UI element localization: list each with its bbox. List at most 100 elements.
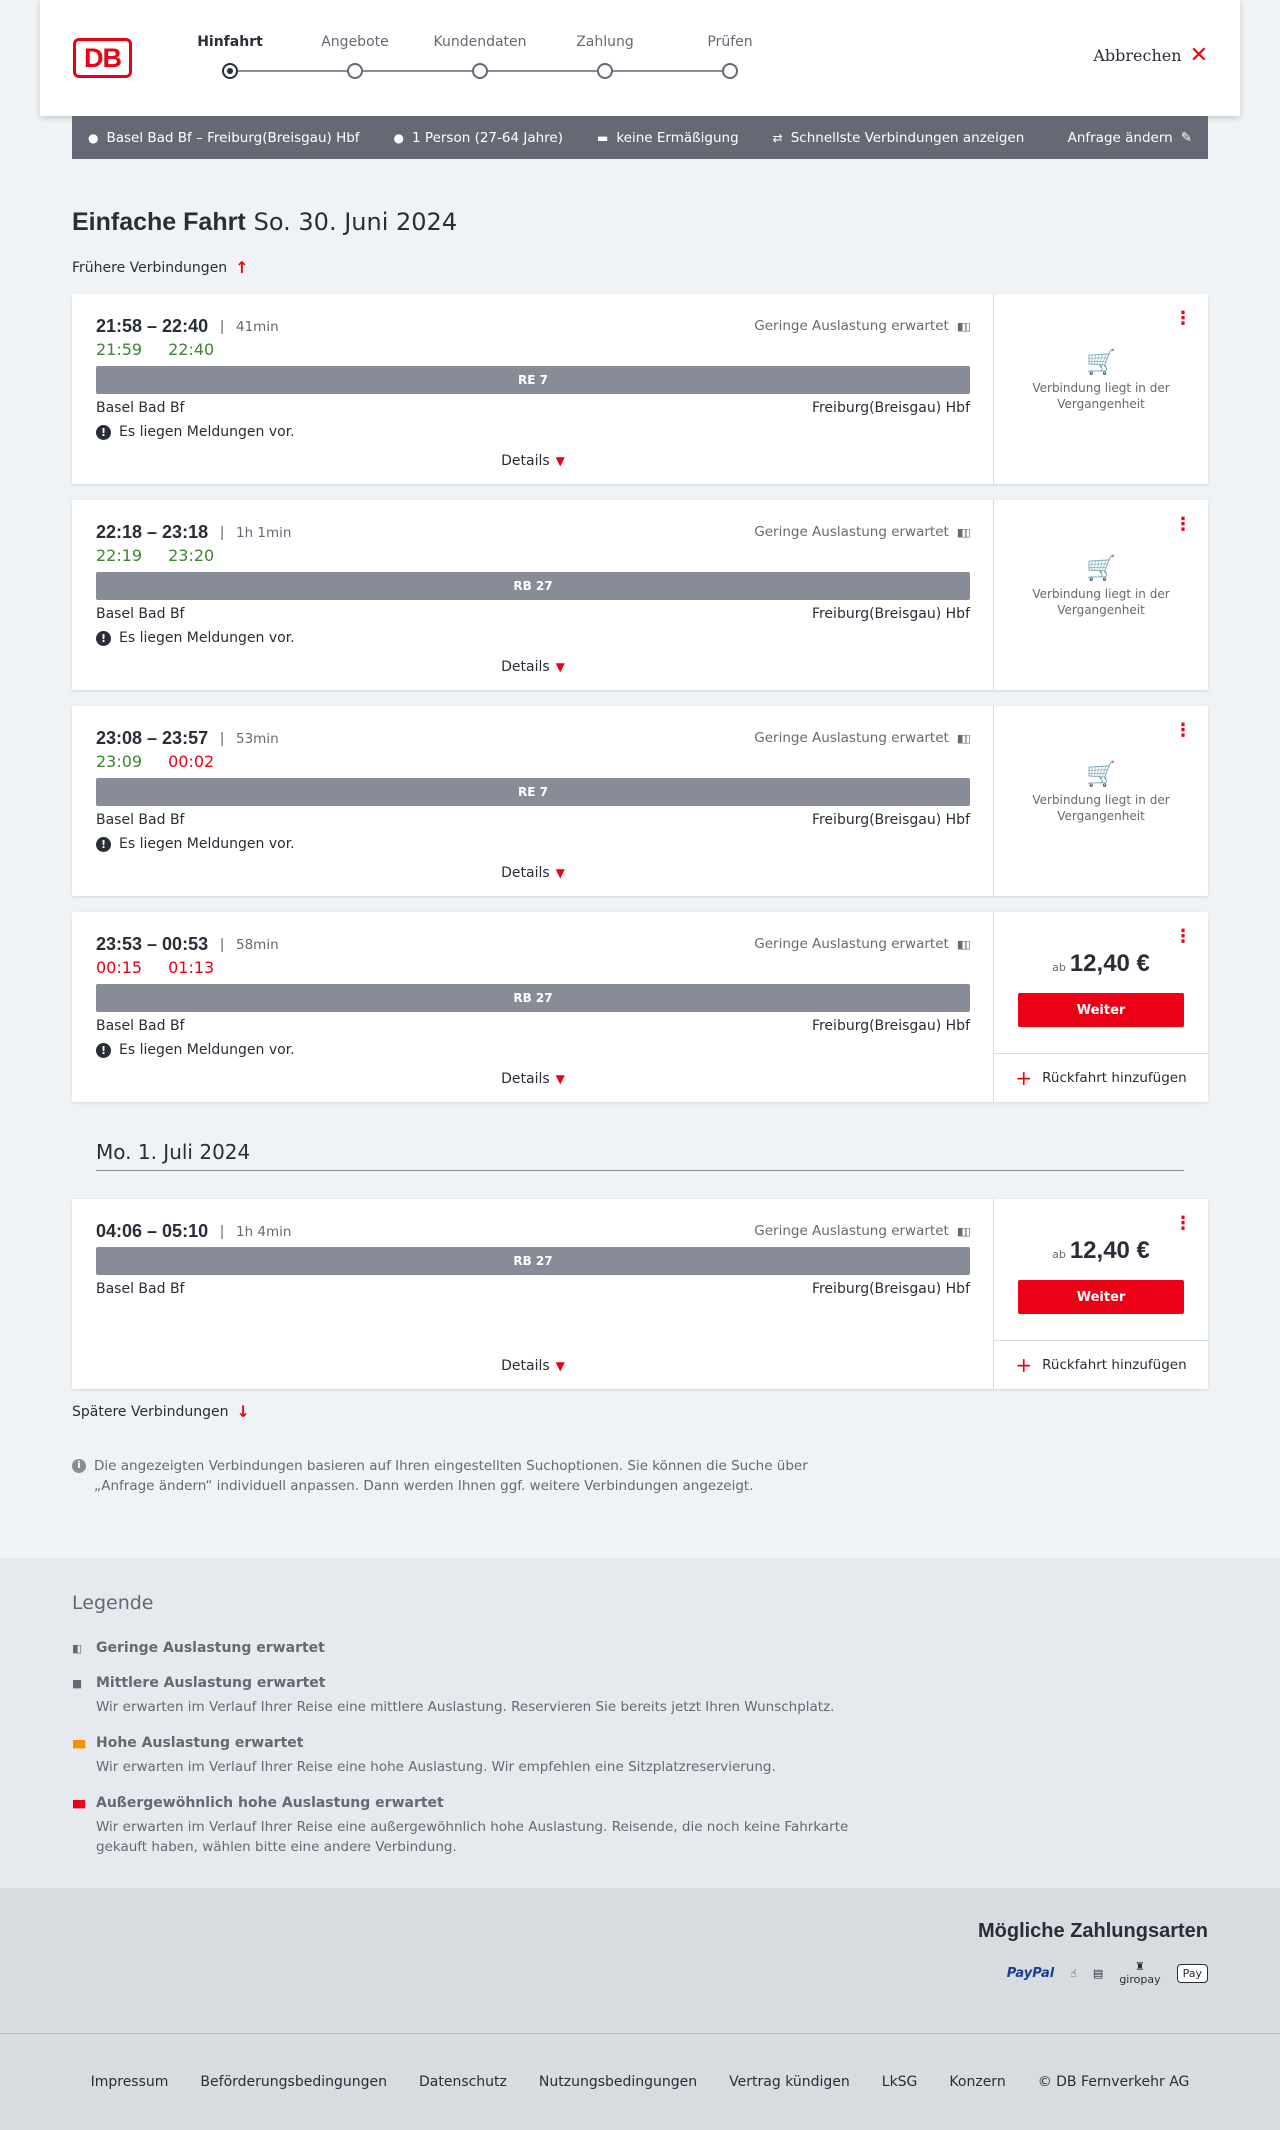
footer-link-befoerderungsbedingungen[interactable]: Beförderungsbedingungen (200, 2074, 387, 2090)
details-label: Details (501, 1358, 550, 1374)
footer-link-konzern[interactable]: Konzern (949, 2074, 1005, 2090)
arrow-up-icon: ↑ (235, 258, 249, 277)
footer-link-impressum[interactable]: Impressum (91, 2074, 169, 2090)
details-label: Details (501, 1071, 550, 1087)
payment-icons: PayPal ☝ ▤ ♜ giropay Pay (1007, 1960, 1208, 1986)
apple-pay-icon: Pay (1176, 1963, 1208, 1983)
connection-card[interactable]: 23:53 – 00:53 | 58min 00:15 01:13 Geringe A… (72, 912, 1208, 1102)
stations: Basel Bad Bf Freiburg(Breisgau) Hbf (96, 1281, 970, 1297)
duration: 41min (236, 318, 279, 335)
realtime-arrival: 01:13 (168, 958, 215, 977)
occupancy-low-icon: ▮▯▯ (956, 1224, 971, 1238)
stations: Basel Bad Bf Freiburg(Breisgau) Hbf (96, 812, 970, 828)
trip-type: Einfache Fahrt (72, 208, 246, 236)
footer: Impressum Beförderungsbedingungen Datens… (0, 2034, 1280, 2130)
notice-text: Es liegen Meldungen vor. (119, 836, 295, 852)
realtime-arrival: 23:20 (168, 546, 215, 565)
connection-times: 22:18 – 23:18 | 1h 1min (96, 522, 291, 543)
payment-methods-section: Mögliche Zahlungsarten PayPal ☝ ▤ ♜ girop… (0, 1888, 1280, 2034)
legend-section: Legende ▮▯ Geringe Auslastung erwartet ▮▮… (0, 1558, 1280, 1888)
apple-pay-label: Pay (1182, 1966, 1202, 1980)
add-return-trip-button[interactable]: + Rückfahrt hinzufügen (994, 1053, 1208, 1102)
details-toggle[interactable]: Details ▼ (72, 453, 994, 469)
arrival-station: Freiburg(Breisgau) Hbf (811, 400, 970, 416)
plus-icon: + (1015, 1353, 1033, 1377)
chevron-down-icon: ▼ (555, 454, 565, 468)
details-toggle[interactable]: Details ▼ (72, 659, 994, 675)
footer-link-lksg[interactable]: LkSG (882, 2074, 918, 2090)
step-pruefen: Prüfen (670, 34, 790, 79)
footer-link-nutzungsbedingungen[interactable]: Nutzungsbedingungen (539, 2074, 697, 2090)
connection-times: 21:58 – 22:40 | 41min (96, 316, 279, 337)
separator: | (220, 318, 224, 335)
giropay-label: giropay (1119, 1973, 1161, 1986)
step-label: Hinfahrt (197, 34, 263, 50)
details-toggle[interactable]: Details ▼ (72, 1358, 994, 1374)
separator: | (220, 730, 224, 747)
notice-text: Es liegen Meldungen vor. (119, 1042, 295, 1058)
details-toggle[interactable]: Details ▼ (72, 1071, 994, 1087)
later-connections-link[interactable]: Spätere Verbindungen ↓ (72, 1402, 250, 1421)
past-connection-notice: 🛒 Verbindung liegt in der Vergangenheit (994, 554, 1208, 618)
step-label: Kundendaten (433, 34, 527, 50)
footer-link-datenschutz[interactable]: Datenschutz (419, 2074, 507, 2090)
stations: Basel Bad Bf Freiburg(Breisgau) Hbf (96, 1018, 970, 1034)
edit-query-button[interactable]: Anfrage ändern ✎ (1068, 130, 1192, 146)
separator: | (220, 936, 224, 953)
connection-card[interactable]: 22:18 – 23:18 | 1h 1min 22:19 23:20 Geringe… (72, 500, 1208, 690)
continue-button[interactable]: Weiter (1018, 1280, 1184, 1314)
paypal-icon: PayPal (1006, 1965, 1055, 1981)
more-options-icon[interactable]: ⋮ (1174, 722, 1192, 740)
cart-unavailable-icon: 🛒 (1086, 760, 1116, 788)
occupancy-info: Geringe Auslastung erwartet ▮▯▯ (754, 936, 971, 952)
cancel-button[interactable]: Abbrechen ✕ (1093, 44, 1208, 66)
planned-times: 21:58 – 22:40 (96, 316, 209, 336)
connection-card[interactable]: 04:06 – 05:10 | 1h 4min Geringe Auslastung… (72, 1199, 1208, 1389)
add-return-trip-button[interactable]: + Rückfahrt hinzufügen (994, 1340, 1208, 1389)
sepa-direct-debit-icon: ▤ (1092, 1966, 1104, 1980)
planned-times: 23:53 – 00:53 (96, 934, 209, 954)
db-logo[interactable]: DB (73, 38, 132, 78)
more-options-icon[interactable]: ⋮ (1174, 310, 1192, 328)
alert-icon: ! (96, 424, 111, 440)
chevron-down-icon: ▼ (555, 660, 565, 674)
later-label: Spätere Verbindungen (72, 1403, 229, 1420)
more-options-icon[interactable]: ⋮ (1174, 1215, 1192, 1233)
realtime-departure: 22:19 (96, 546, 143, 565)
legend-item-desc: Wir erwarten im Verlauf Ihrer Reise eine… (96, 1759, 776, 1775)
connection-main: 21:58 – 22:40 | 41min 21:59 22:40 Geringe A… (72, 294, 994, 484)
connection-card[interactable]: 21:58 – 22:40 | 41min 21:59 22:40 Geringe A… (72, 294, 1208, 484)
occupancy-info: Geringe Auslastung erwartet ▮▯▯ (754, 524, 971, 540)
connection-side: ⋮ ab 12,40 € Weiter + Rückfahrt hinzufüge… (994, 1199, 1208, 1389)
connection-times: 23:53 – 00:53 | 58min (96, 934, 279, 955)
continue-button[interactable]: Weiter (1018, 993, 1184, 1027)
more-options-icon[interactable]: ⋮ (1174, 516, 1192, 534)
chevron-down-icon: ▼ (555, 866, 565, 880)
plus-icon: + (1015, 1066, 1033, 1090)
cart-unavailable-icon: 🛒 (1086, 554, 1116, 582)
footer-link-vertrag-kuendigen[interactable]: Vertrag kündigen (729, 2074, 850, 2090)
connection-card[interactable]: 23:08 – 23:57 | 53min 23:09 00:02 Geringe A… (72, 706, 1208, 896)
train-segment-bar[interactable]: RE 7 (96, 778, 970, 806)
realtime-departure: 23:09 (96, 752, 143, 771)
train-segment-bar[interactable]: RB 27 (96, 984, 970, 1012)
more-options-icon[interactable]: ⋮ (1174, 928, 1192, 946)
legend-item-low: ▮▯ Geringe Auslastung erwartet (72, 1640, 872, 1656)
credit-card-icon: ☝ (1070, 1966, 1077, 1980)
realtime-times: 21:59 22:40 (96, 340, 240, 359)
legend-item-desc: Wir erwarten im Verlauf Ihrer Reise eine… (96, 1699, 835, 1715)
train-segment-bar[interactable]: RB 27 (96, 572, 970, 600)
notice-text: Es liegen Meldungen vor. (119, 424, 295, 440)
past-text: Verbindung liegt in der Vergangenheit (1032, 381, 1170, 411)
discount-summary: ▬ keine Ermäßigung (597, 130, 739, 146)
details-toggle[interactable]: Details ▼ (72, 865, 994, 881)
occupancy-low-icon: ▮▯▯ (956, 731, 971, 745)
realtime-times: 23:09 00:02 (96, 752, 240, 771)
train-segment-bar[interactable]: RE 7 (96, 366, 970, 394)
train-segment-bar[interactable]: RB 27 (96, 1247, 970, 1275)
earlier-connections-link[interactable]: Frühere Verbindungen ↑ (72, 258, 249, 277)
notice: ! Es liegen Meldungen vor. (96, 424, 295, 440)
occupancy-high-icon: ▮▮▮ (72, 1736, 86, 1750)
notice: ! Es liegen Meldungen vor. (96, 836, 295, 852)
progress-steps: Hinfahrt Angebote Kundendaten Zahlung Pr… (197, 34, 790, 84)
